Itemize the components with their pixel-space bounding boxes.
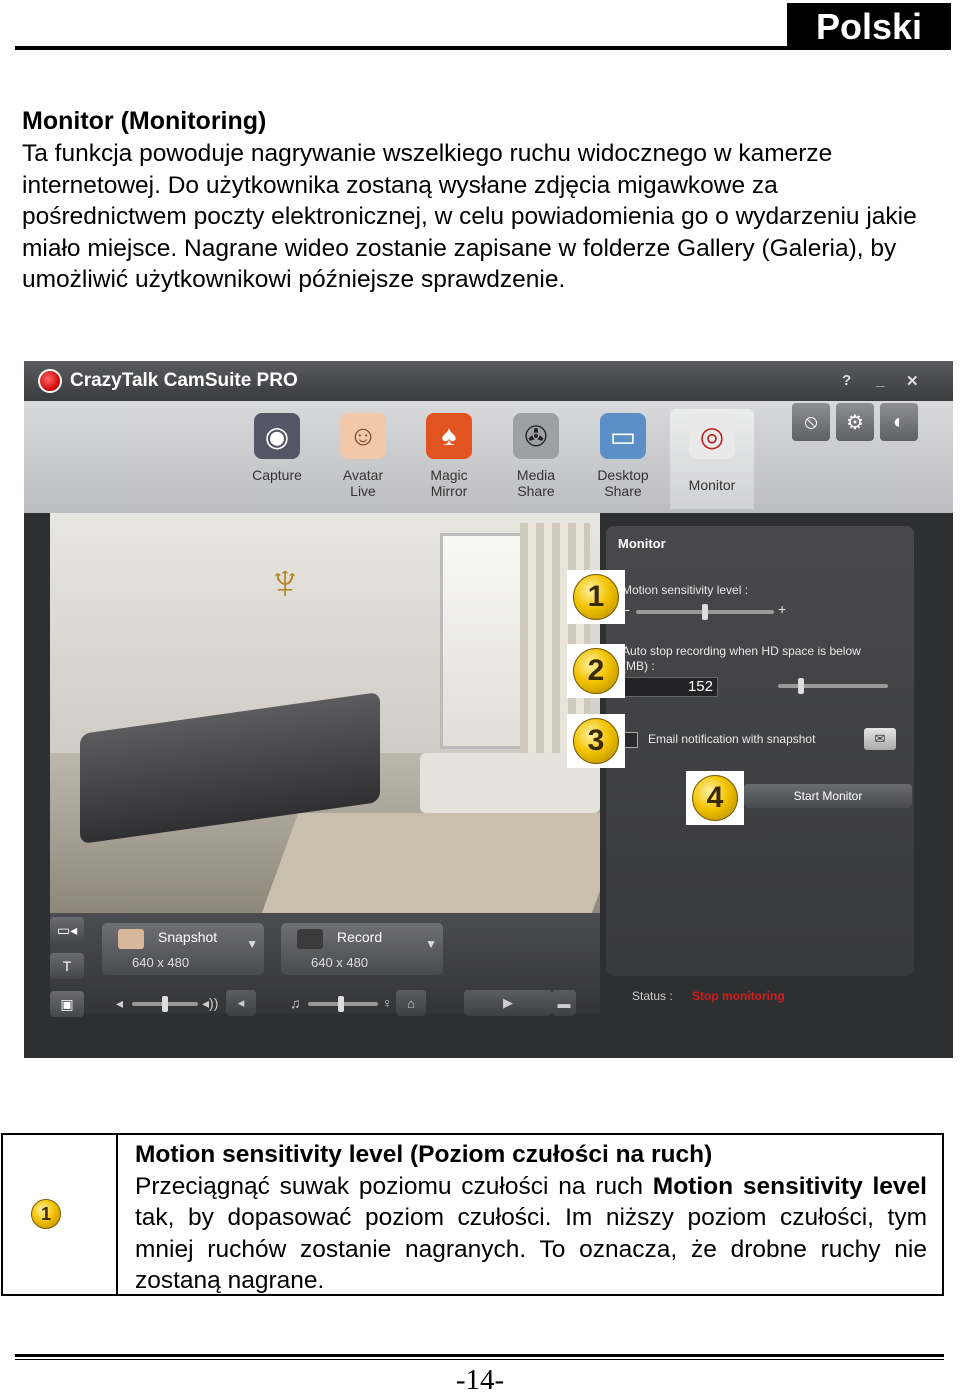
- tool-label: Avatar Live: [342, 467, 384, 499]
- mic-knob[interactable]: [338, 996, 344, 1012]
- mute-button[interactable]: ◂: [226, 990, 256, 1016]
- lips-logo-icon: [38, 369, 62, 393]
- tool-label: Capture: [252, 467, 302, 483]
- mail-icon[interactable]: ✉: [864, 728, 896, 750]
- intro-paragraph: Ta funkcja powoduje nagrywanie wszelkieg…: [22, 140, 917, 294]
- video-preview: ♆: [50, 513, 600, 913]
- effects-icon[interactable]: ▣: [50, 991, 84, 1017]
- record-label: Record: [337, 929, 383, 945]
- play-button[interactable]: ▶: [464, 990, 552, 1016]
- record-resolution: 640 x 480: [311, 955, 369, 970]
- security-camera-icon: ◎: [689, 413, 735, 459]
- header-rule: [15, 46, 787, 50]
- app-screenshot: CrazyTalk CamSuite PRO ? _ ✕ ◉ Capture ☺…: [24, 361, 953, 1058]
- autostop-input[interactable]: 152: [622, 677, 718, 697]
- speaker-loud-icon: ◂)): [202, 995, 219, 1011]
- text-tool-icon[interactable]: T: [50, 953, 84, 979]
- minimize-button[interactable]: _: [876, 372, 884, 389]
- callout-4: 4: [686, 771, 744, 825]
- callout-badge-1: 1: [31, 1199, 61, 1229]
- snapshot-button[interactable]: Snapshot 640 x 480 ▼: [102, 923, 264, 975]
- info-text-before: Przeciągnąć suwak poziomu czułości na ru…: [135, 1172, 653, 1200]
- tool-label: Monitor: [688, 477, 736, 493]
- desktop-icon: ▭: [600, 413, 646, 459]
- title-bar: CrazyTalk CamSuite PRO ? _ ✕: [24, 361, 953, 401]
- page-number: -14-: [455, 1364, 505, 1396]
- help-button[interactable]: ?: [842, 372, 851, 389]
- volume-knob[interactable]: [162, 996, 168, 1012]
- tool-capture[interactable]: ◉ Capture: [238, 409, 316, 509]
- intro-section: Monitor (Monitoring) Ta funkcja powoduje…: [22, 104, 942, 296]
- chandelier: ♆: [266, 554, 304, 610]
- callout-2: 2: [567, 644, 625, 698]
- mask-icon: ♠: [426, 413, 472, 459]
- info-text: Motion sensitivity level (Poziom czułośc…: [135, 1139, 927, 1297]
- close-button[interactable]: ✕: [906, 372, 919, 390]
- film-reel-icon: ✇: [513, 413, 559, 459]
- tool-label: Media Share: [516, 467, 556, 499]
- snapshot-thumbnail: [118, 929, 144, 949]
- video-settings-icon[interactable]: ▭◂: [50, 917, 84, 943]
- folder-button[interactable]: ▬: [552, 990, 576, 1016]
- status-value: Stop monitoring: [692, 989, 785, 1003]
- info-text-after: tak, by dopasować poziom czułości. Im ni…: [135, 1204, 927, 1294]
- settings-icons: ⦸ ⚙ ◐: [792, 403, 918, 441]
- table-divider: [116, 1135, 118, 1294]
- audio-settings-button[interactable]: ⌂: [396, 990, 426, 1016]
- monitor-panel: Monitor Motion sensitivity level : − + A…: [606, 526, 914, 976]
- callout-1: 1: [567, 570, 625, 624]
- tool-monitor[interactable]: ◎ Monitor: [670, 409, 754, 509]
- info-title: Motion sensitivity level (Poziom czułośc…: [135, 1141, 713, 1168]
- camera-icon: ◉: [254, 413, 300, 459]
- footer-rule-thin: [15, 1359, 944, 1360]
- status-label: Status :: [632, 989, 673, 1003]
- gear-icon[interactable]: ⚙: [836, 403, 874, 441]
- language-tab: Polski: [787, 3, 951, 50]
- sensitivity-knob[interactable]: [702, 604, 708, 620]
- tool-label: Magic Mirror: [430, 467, 468, 499]
- tool-media-share[interactable]: ✇ Media Share: [497, 409, 575, 509]
- record-button[interactable]: Record 640 x 480 ▼: [281, 923, 443, 975]
- chevron-down-icon[interactable]: ▼: [425, 937, 437, 951]
- callout-3: 3: [567, 714, 625, 768]
- panel-title: Monitor: [618, 536, 666, 551]
- snapshot-resolution: 640 x 480: [132, 955, 190, 970]
- tool-magic-mirror[interactable]: ♠ Magic Mirror: [410, 409, 488, 509]
- snapshot-label: Snapshot: [158, 929, 218, 945]
- app-title: CrazyTalk CamSuite PRO: [70, 370, 298, 391]
- autostop-knob[interactable]: [798, 678, 804, 694]
- no-webcam-icon[interactable]: ⦸: [792, 403, 830, 441]
- autostop-slider[interactable]: [778, 684, 888, 688]
- avatar-icon: ☺: [340, 413, 386, 459]
- info-bold-term: Motion sensitivity level: [652, 1172, 927, 1200]
- chevron-down-icon[interactable]: ▼: [246, 937, 258, 951]
- microphone-icon: ♀: [382, 995, 393, 1011]
- sensitivity-label: Motion sensitivity level :: [622, 583, 749, 597]
- music-note-icon: ♫: [290, 995, 301, 1011]
- plus-icon: +: [778, 601, 787, 617]
- autostop-label: Auto stop recording when HD space is bel…: [622, 644, 861, 673]
- section-title: Monitor (Monitoring): [22, 107, 267, 135]
- start-monitor-button[interactable]: Start Monitor: [744, 784, 912, 808]
- tool-avatar-live[interactable]: ☺ Avatar Live: [324, 409, 402, 509]
- tool-desktop-share[interactable]: ▭ Desktop Share: [584, 409, 662, 509]
- speaker-icon: ◂: [116, 995, 124, 1011]
- record-thumbnail: [297, 929, 323, 949]
- email-label: Email notification with snapshot: [648, 732, 816, 746]
- tool-label: Desktop Share: [597, 467, 649, 499]
- info-table: 1 Motion sensitivity level (Poziom czuło…: [1, 1133, 944, 1296]
- webcam-settings-icon[interactable]: ◐: [880, 403, 918, 441]
- footer-rule: [15, 1354, 944, 1357]
